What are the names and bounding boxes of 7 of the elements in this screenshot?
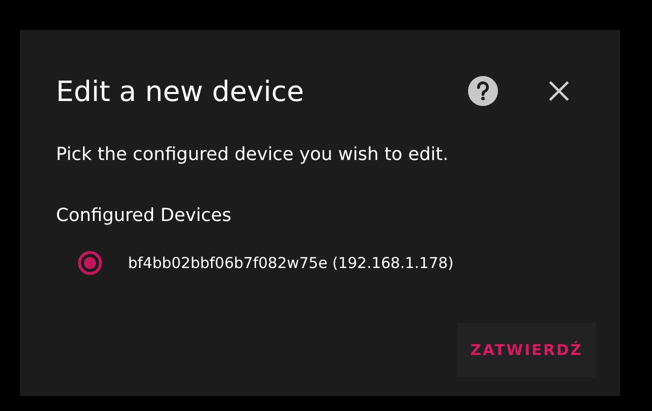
- close-icon[interactable]: [548, 80, 570, 102]
- radio-button[interactable]: [78, 251, 102, 275]
- option-label[interactable]: bf4bb02bbf06b7f082w75e (192.168.1.178): [128, 254, 454, 272]
- section-label: Configured Devices: [56, 205, 232, 226]
- dialog-description: Pick the configured device you wish to edit.: [56, 144, 450, 165]
- dialog-title: Edit a new device: [56, 74, 305, 108]
- help-icon[interactable]: [468, 76, 498, 106]
